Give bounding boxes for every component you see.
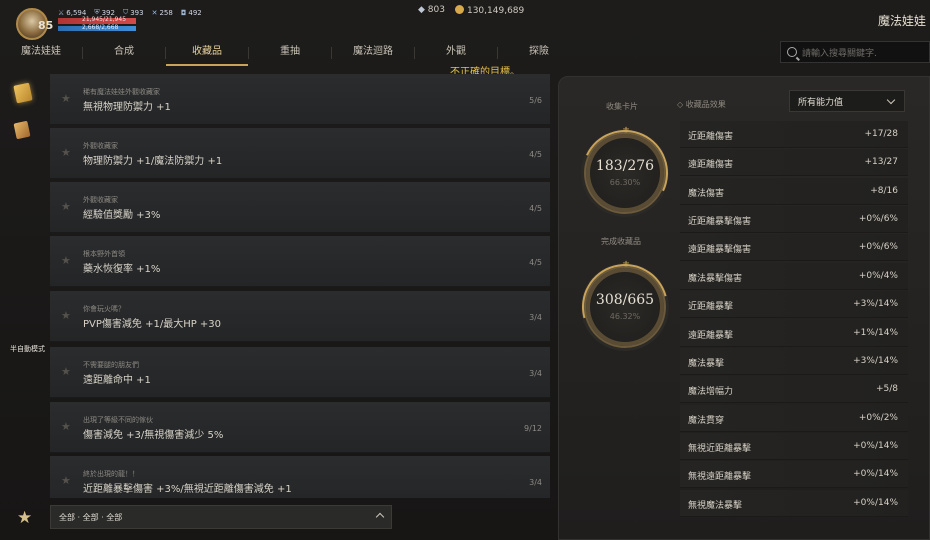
tab-magic-doll[interactable]: 魔法娃娃 (0, 40, 82, 66)
effects-title: ◇ 收藏品效果 (677, 100, 726, 109)
stat-weight: ◘ 492 (180, 8, 202, 17)
gem-icon: ◆ (418, 5, 428, 15)
list-item[interactable]: ★ 不需要腿的朋友們 遠距離命中 +1 3/4 (50, 347, 550, 398)
effect-row: 魔法增幅力 +5/8 (680, 376, 908, 403)
effect-row: 魔法暴擊傷害 +0%/4% (680, 263, 908, 290)
coin-icon (454, 5, 464, 14)
gold-count: 130,149,689 (454, 5, 524, 16)
window-title: 魔法娃娃 (877, 14, 926, 28)
search-icon (787, 47, 797, 57)
diamond-icon: ◇ (677, 100, 686, 109)
status-bar: 85 ⚔ 6,594 ⛨ 392 ⛉ 393 ✕ 258 ◘ 492 21,945/21,… (0, 0, 930, 40)
effect-row: 魔法傷害 +8/16 (680, 178, 908, 205)
effect-row: 遠距離暴擊傷害 +0%/6% (680, 234, 908, 261)
list-item[interactable]: ★ 終於出現的龍！！ 近距離暴擊傷害 +3%/無視近距離傷害減免 +1 3/4 (50, 456, 550, 498)
star-icon[interactable]: ★ (61, 309, 71, 322)
tab-combine[interactable]: 合成 (83, 40, 165, 66)
stat-filter-dropdown[interactable]: 所有能力值 (789, 90, 905, 112)
list-item[interactable]: ★ 你會玩火嗎？ PVP傷害減免 +1/最大HP +30 3/4 (50, 291, 550, 342)
list-item[interactable]: ★ 稀有魔法娃娃外觀收藏家 無視物理防禦力 +1 5/6 (50, 74, 550, 125)
tab-reroll[interactable]: 重抽 (249, 40, 331, 66)
stat-filter-value: 所有能力值 (798, 97, 844, 108)
tab-magic-circuit[interactable]: 魔法迴路 (332, 40, 414, 66)
crossed-swords-icon: ✕ (151, 8, 158, 17)
search-placeholder: 請輸入搜尋關鍵字. (802, 48, 877, 59)
completed-label: 完成收藏品 (601, 237, 641, 246)
chevron-down-icon (886, 95, 896, 105)
star-icon[interactable]: ★ (61, 200, 71, 213)
stat-accuracy: ✕ 258 (151, 8, 173, 17)
player-level: 85 (38, 19, 54, 32)
star-icon[interactable]: ★ (61, 420, 71, 433)
mp-bar: 2,668/2,668 (58, 24, 136, 31)
favorite-star-icon[interactable]: ★ (17, 508, 32, 528)
currency: ◆ 803 130,149,689 (418, 5, 524, 16)
book-icon (13, 120, 31, 140)
list-item[interactable]: ★ 外觀收藏家 物理防禦力 +1/魔法防禦力 +1 4/5 (50, 128, 550, 179)
effect-row: 近距離傷害 +17/28 (680, 121, 908, 148)
gem-count: ◆ 803 (418, 5, 445, 15)
filter-dropdown[interactable]: 全部 · 全部 · 全部 (50, 505, 392, 529)
ornament-icon: ⚜ (622, 260, 631, 270)
mp-text: 2,668/2,668 (82, 24, 119, 31)
star-icon[interactable]: ★ (61, 474, 71, 487)
effect-row: 遠距離暴擊 +1%/14% (680, 320, 908, 347)
cards-progress-ring: ⚜ 183/276 66.30% (569, 117, 681, 229)
book-icon (13, 82, 33, 104)
completed-value: 308/665 (595, 292, 655, 308)
effect-row: 遠距離傷害 +13/27 (680, 149, 908, 176)
list-item[interactable]: ★ 根本野外首領 藥水恢復率 +1% 4/5 (50, 236, 550, 287)
chevron-up-icon (375, 512, 385, 522)
list-item[interactable]: ★ 外觀收藏家 經驗值獎勵 +3% 4/5 (50, 182, 550, 233)
effect-row: 無視近距離暴擊 +0%/14% (680, 433, 908, 460)
star-icon[interactable]: ★ (61, 146, 71, 159)
star-icon[interactable]: ★ (61, 254, 71, 267)
app-window: 85 ⚔ 6,594 ⛨ 392 ⛉ 393 ✕ 258 ◘ 492 21,945/21,… (0, 0, 930, 540)
bag-icon: ◘ (180, 8, 187, 17)
star-icon[interactable]: ★ (61, 92, 71, 105)
list-item[interactable]: ★ 出現了等級不同的傢伙 傷害減免 +3/無視傷害減少 5% 9/12 (50, 402, 550, 453)
tab-collection[interactable]: 收藏品 (166, 40, 248, 66)
ornament-icon: ⚜ (622, 126, 631, 136)
star-icon[interactable]: ★ (61, 365, 71, 378)
search-input[interactable]: 請輸入搜尋關鍵字. (780, 41, 930, 63)
effect-row: 無視遠距離暴擊 +0%/14% (680, 461, 908, 488)
collection-book-alt-button[interactable] (13, 120, 37, 142)
completed-percent: 46.32% (609, 312, 641, 321)
sword-icon: ⚔ (58, 8, 65, 17)
effect-row: 近距離暴擊傷害 +0%/6% (680, 206, 908, 233)
filter-label: 全部 · 全部 · 全部 (59, 512, 123, 522)
hp-text: 21,945/21,945 (82, 16, 127, 23)
effect-row: 無視魔法暴擊 +0%/14% (680, 490, 908, 517)
effect-row: 近距離暴擊 +3%/14% (680, 291, 908, 318)
completed-progress-ring: ⚜ 308/665 46.32% (566, 248, 684, 366)
auto-mode-label[interactable]: 半自動模式 (10, 344, 45, 354)
stat-magic-defense: ⛉ 393 (122, 8, 144, 17)
collection-list[interactable]: ★ 稀有魔法娃娃外觀收藏家 無視物理防禦力 +1 5/6 ★ 外觀收藏家 物理防… (50, 74, 552, 498)
stat-list: ⚔ 6,594 ⛨ 392 ⛉ 393 ✕ 258 ◘ 492 (58, 8, 202, 17)
cards-value: 183/276 (595, 158, 655, 174)
collection-book-button[interactable] (13, 82, 37, 104)
cards-percent: 66.30% (609, 178, 641, 187)
effect-row: 魔法暴擊 +3%/14% (680, 348, 908, 375)
cards-label: 收集卡片 (606, 102, 638, 111)
effect-row: 魔法貫穿 +0%/2% (680, 405, 908, 432)
